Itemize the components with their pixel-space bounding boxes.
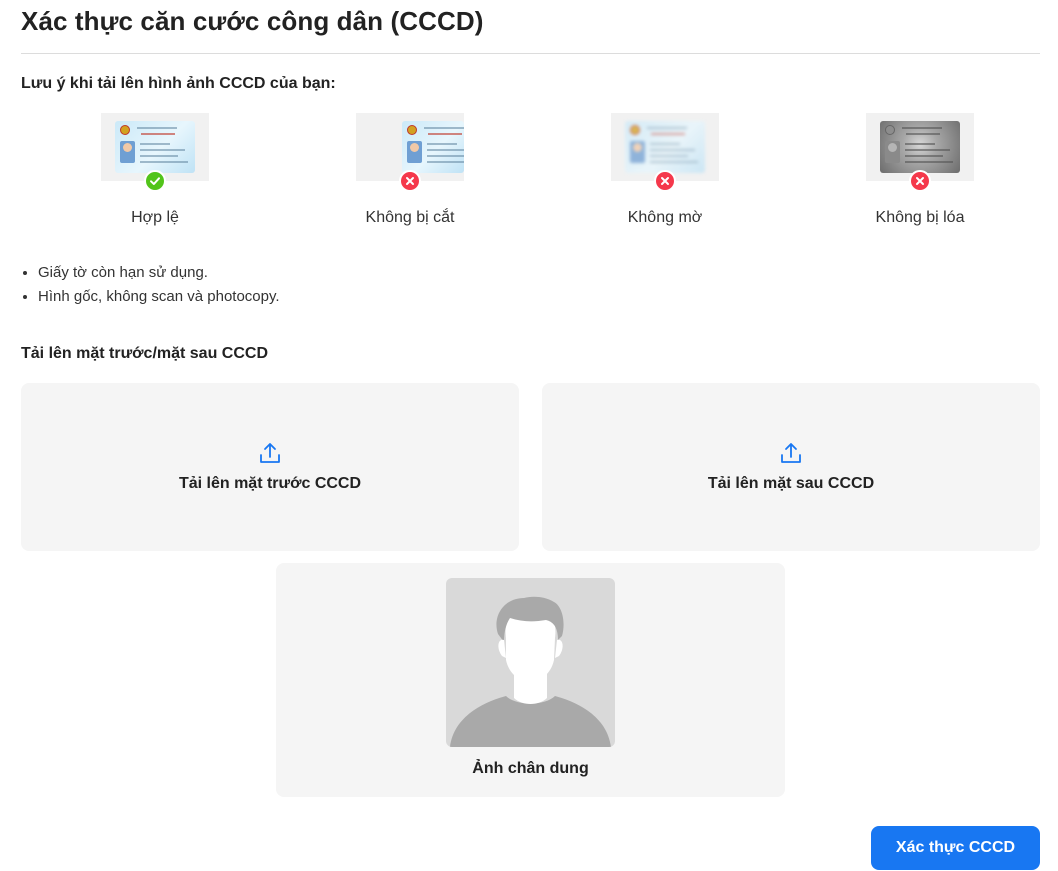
page-title: Xác thực căn cước công dân (CCCD) <box>21 6 484 36</box>
portrait-label: Ảnh chân dung <box>472 760 589 777</box>
person-silhouette-icon <box>450 596 611 747</box>
close-icon <box>399 170 421 192</box>
sample-cropped: Không bị cắt <box>330 113 490 226</box>
list-item: Hình gốc, không scan và photocopy. <box>38 285 280 309</box>
title-divider <box>21 53 1040 54</box>
upload-front-label: Tải lên mặt trước CCCD <box>178 475 362 492</box>
sample-label: Hợp lệ <box>131 209 179 226</box>
sample-label: Không bị lóa <box>875 209 965 226</box>
id-card-sample-image <box>356 113 464 192</box>
check-icon <box>144 170 166 192</box>
sample-blurry: Không mờ <box>585 113 745 226</box>
notes-list: Giấy tờ còn hạn sử dụng. Hình gốc, không… <box>21 261 280 309</box>
portrait-upload[interactable]: Ảnh chân dung <box>276 563 785 797</box>
upload-front-button[interactable]: Tải lên mặt trước CCCD <box>21 383 519 551</box>
id-card-sample-image <box>866 113 974 192</box>
sample-label: Không bị cắt <box>365 209 455 226</box>
sample-valid: Hợp lệ <box>75 113 235 226</box>
list-item: Giấy tờ còn hạn sử dụng. <box>38 261 280 285</box>
sample-label: Không mờ <box>627 209 703 226</box>
upload-icon <box>260 443 280 463</box>
close-icon <box>654 170 676 192</box>
upload-back-label: Tải lên mặt sau CCCD <box>707 475 875 492</box>
portrait-placeholder <box>446 578 615 747</box>
tips-heading: Lưu ý khi tải lên hình ảnh CCCD của bạn: <box>21 75 336 92</box>
sample-glare: Không bị lóa <box>840 113 1000 226</box>
close-icon <box>909 170 931 192</box>
upload-heading: Tải lên mặt trước/mặt sau CCCD <box>21 345 269 362</box>
verify-button[interactable]: Xác thực CCCD <box>871 826 1040 870</box>
id-card-sample-image <box>611 113 719 192</box>
upload-back-button[interactable]: Tải lên mặt sau CCCD <box>542 383 1040 551</box>
upload-icon <box>781 443 801 463</box>
id-card-sample-image <box>101 113 209 192</box>
